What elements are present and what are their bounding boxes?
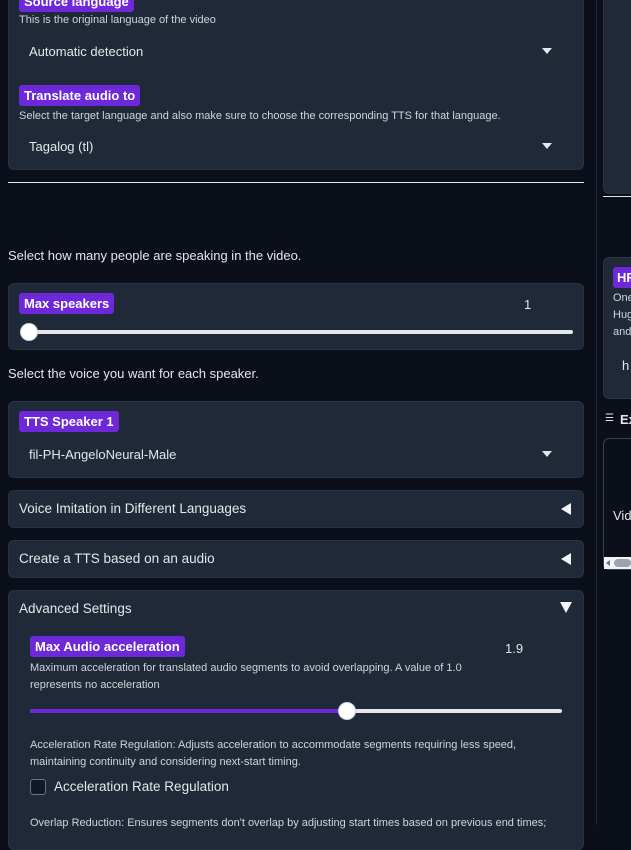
speakers-prompt: Select how many people are speaking in t… bbox=[8, 248, 302, 263]
overlap-desc: Overlap Reduction: Ensures segments don'… bbox=[30, 817, 547, 829]
max-audio-accel-info-1: Maximum acceleration for translated audi… bbox=[30, 662, 462, 674]
right-divider bbox=[603, 196, 631, 197]
right-examples-label: Ex bbox=[620, 412, 631, 427]
right-line-1: One bbox=[613, 292, 631, 304]
slider-thumb[interactable] bbox=[338, 702, 356, 720]
translate-audio-label: Translate audio to bbox=[19, 85, 141, 106]
max-audio-accel-value[interactable]: 1.9 bbox=[505, 641, 523, 656]
right-top-panel bbox=[603, 0, 631, 194]
max-audio-accel-info-2: represents no acceleration bbox=[30, 679, 160, 691]
right-hf-badge: HF bbox=[613, 267, 631, 288]
tts-speaker-label: TTS Speaker 1 bbox=[19, 411, 119, 432]
create-tts-accordion[interactable]: Create a TTS based on an audio bbox=[8, 540, 584, 578]
caret-left-icon bbox=[561, 503, 571, 515]
translate-audio-value: Tagalog (tl) bbox=[29, 139, 94, 154]
max-speakers-value[interactable]: 1 bbox=[524, 297, 531, 312]
max-audio-accel-slider[interactable] bbox=[30, 701, 562, 721]
tts-speaker-dropdown[interactable]: fil-PH-AngeloNeural-Male bbox=[19, 439, 573, 469]
source-language-label: Source language bbox=[19, 0, 134, 12]
accel-regulation-checkbox-row[interactable]: Acceleration Rate Regulation bbox=[30, 777, 330, 797]
right-scrollbar[interactable] bbox=[604, 557, 631, 569]
chevron-down-icon bbox=[542, 143, 552, 149]
accel-regulation-desc-1: Acceleration Rate Regulation: Adjusts ac… bbox=[30, 739, 517, 751]
voice-prompt: Select the voice you want for each speak… bbox=[8, 366, 259, 381]
right-column-border bbox=[596, 0, 597, 825]
voice-imitation-accordion[interactable]: Voice Imitation in Different Languages bbox=[8, 490, 584, 528]
create-tts-label: Create a TTS based on an audio bbox=[19, 551, 215, 566]
scroll-thumb[interactable] bbox=[614, 559, 631, 567]
right-cell-text[interactable]: Vid bbox=[613, 508, 631, 523]
voice-imitation-label: Voice Imitation in Different Languages bbox=[19, 501, 247, 516]
accel-regulation-desc-2: maintaining continuity and considering n… bbox=[30, 756, 301, 768]
right-examples-table bbox=[603, 438, 631, 570]
max-speakers-label: Max speakers bbox=[19, 293, 115, 314]
max-speakers-slider[interactable] bbox=[19, 322, 573, 342]
source-language-value: Automatic detection bbox=[29, 44, 144, 59]
max-audio-accel-label: Max Audio acceleration bbox=[30, 636, 185, 657]
chevron-down-icon bbox=[542, 451, 552, 457]
slider-thumb[interactable] bbox=[20, 323, 38, 341]
right-line-2: Hug bbox=[613, 309, 631, 321]
scroll-left-icon[interactable] bbox=[606, 560, 610, 566]
translate-audio-info: Select the target language and also make… bbox=[19, 110, 501, 122]
slider-fill bbox=[30, 709, 347, 713]
accel-regulation-checkbox-label: Acceleration Rate Regulation bbox=[54, 779, 229, 794]
right-line-3: and bbox=[613, 326, 631, 338]
chevron-down-icon bbox=[542, 48, 552, 54]
divider bbox=[8, 182, 584, 183]
slider-track bbox=[29, 330, 573, 334]
right-field-value[interactable]: h bbox=[622, 358, 629, 373]
list-icon: ☰ bbox=[605, 413, 614, 424]
tts-speaker-value: fil-PH-AngeloNeural-Male bbox=[29, 447, 177, 462]
source-language-dropdown[interactable]: Automatic detection bbox=[19, 36, 573, 66]
caret-left-icon bbox=[561, 553, 571, 565]
caret-down-icon bbox=[560, 602, 572, 613]
source-language-info: This is the original language of the vid… bbox=[19, 14, 216, 26]
advanced-settings-label: Advanced Settings bbox=[19, 601, 132, 616]
accel-regulation-checkbox[interactable] bbox=[30, 779, 46, 795]
translate-audio-dropdown[interactable]: Tagalog (tl) bbox=[19, 131, 573, 161]
advanced-settings-header[interactable]: Advanced Settings bbox=[8, 590, 584, 626]
